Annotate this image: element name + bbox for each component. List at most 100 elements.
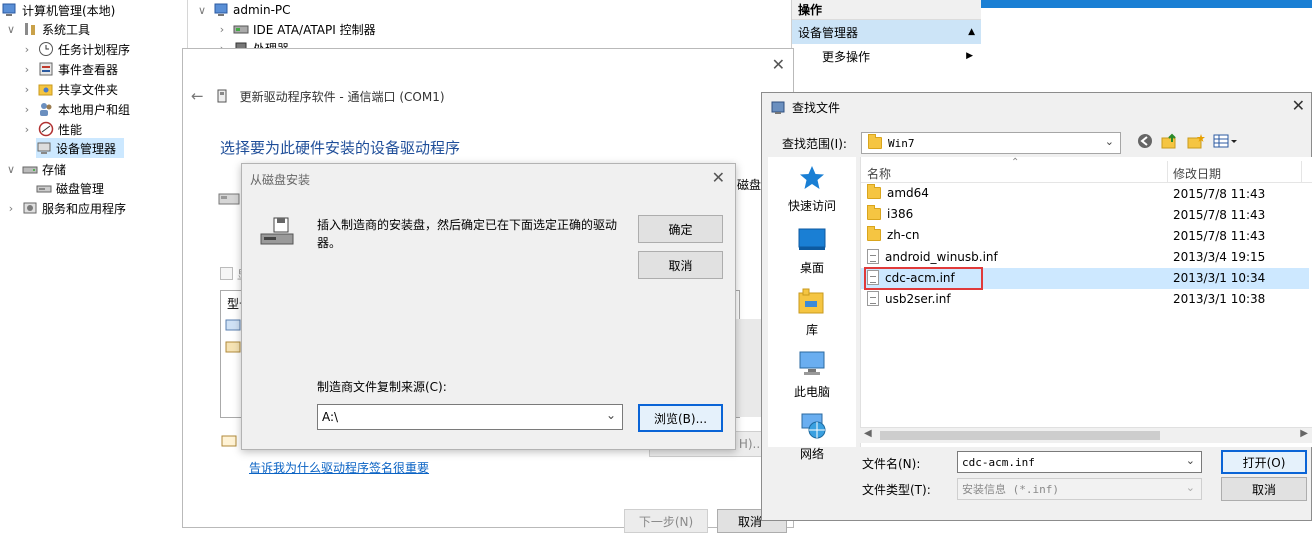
actions-more[interactable]: 更多操作 ▶: [792, 44, 981, 68]
file-name-cell: zh-cn: [867, 226, 920, 242]
column-name-header[interactable]: 名称: [867, 165, 891, 182]
place-library[interactable]: 库: [768, 287, 856, 338]
file-name-cell: amd64: [867, 184, 929, 200]
ok-button[interactable]: 确定: [638, 215, 723, 243]
chevron-right-icon[interactable]: ›: [4, 202, 18, 215]
sort-up-icon: ⌃: [1011, 157, 1020, 168]
open-button[interactable]: 打开(O): [1221, 450, 1307, 474]
copy-from-combo[interactable]: A:\ ⌄: [317, 404, 623, 430]
file-row[interactable]: usb2ser.inf 2013/3/1 10:38: [861, 289, 1309, 310]
device-root[interactable]: ∨ admin-PC: [195, 0, 291, 20]
tree-item-disk-management[interactable]: 磁盘管理: [36, 178, 104, 198]
file-row-selected[interactable]: cdc-acm.inf 2013/3/1 10:34: [861, 267, 1309, 290]
tree-item-label: 服务和应用程序: [42, 201, 127, 216]
filename-input[interactable]: cdc-acm.inf ⌄: [957, 451, 1202, 473]
scroll-right-icon[interactable]: ▶: [1300, 428, 1308, 439]
model-item-icon-2: [225, 341, 241, 356]
driver-signing-link[interactable]: 告诉我为什么驱动程序签名很重要: [249, 459, 429, 476]
tree-item-task-scheduler[interactable]: › 任务计划程序: [20, 39, 130, 59]
inf-file-icon: [867, 249, 879, 264]
column-date-header[interactable]: 修改日期: [1173, 165, 1221, 182]
close-icon[interactable]: ✕: [772, 55, 785, 74]
place-network[interactable]: 网络: [768, 411, 856, 462]
chevron-down-icon[interactable]: ⌄: [1186, 481, 1195, 494]
event-viewer-icon: [38, 61, 54, 77]
close-icon[interactable]: ✕: [1292, 96, 1305, 115]
tree-item-shared-folders[interactable]: › 共享文件夹: [20, 79, 118, 99]
file-list[interactable]: ⌃ 名称 修改日期 amd64 2015/7/8 11:43 i386 2015…: [860, 157, 1312, 447]
browse-button[interactable]: 浏览(B)...: [638, 404, 723, 432]
place-this-pc[interactable]: 此电脑: [768, 349, 856, 400]
disk-cancel-button[interactable]: 取消: [638, 251, 723, 279]
up-folder-icon[interactable]: [1161, 133, 1179, 152]
tree-item-device-manager[interactable]: 设备管理器: [36, 138, 124, 158]
close-icon[interactable]: ✕: [712, 168, 725, 187]
tree-item-system-tools[interactable]: ∨ 系统工具: [4, 19, 90, 39]
show-compatible-checkbox[interactable]: [220, 267, 233, 280]
disk-dialog-title: 从磁盘安装: [250, 173, 311, 187]
certificate-icon: [221, 435, 237, 452]
top-accent-bar: [981, 0, 1312, 8]
find-cancel-button[interactable]: 取消: [1221, 477, 1307, 501]
scrollbar-thumb[interactable]: [880, 431, 1160, 440]
back-icon[interactable]: [1137, 133, 1153, 152]
file-name: i386: [887, 207, 914, 221]
file-date: 2015/7/8 11:43: [1173, 208, 1266, 222]
chevron-right-icon[interactable]: ›: [20, 123, 34, 136]
file-row[interactable]: zh-cn 2015/7/8 11:43: [861, 226, 1309, 247]
next-button[interactable]: 下一步(N): [624, 509, 708, 533]
file-date: 2013/3/1 10:38: [1173, 292, 1266, 306]
floppy-drive-icon: [260, 216, 294, 249]
folder-icon: [867, 205, 881, 220]
chevron-right-icon[interactable]: ›: [215, 23, 229, 36]
tree-item-services-apps[interactable]: › 服务和应用程序: [4, 198, 126, 218]
tree-item-label: 性能: [58, 122, 83, 137]
wizard-cancel-label: 取消: [738, 514, 763, 529]
place-quick-access[interactable]: 快速访问: [768, 163, 856, 214]
file-row[interactable]: amd64 2015/7/8 11:43: [861, 184, 1309, 205]
tree-item-performance[interactable]: › 性能: [20, 119, 82, 139]
file-row[interactable]: android_winusb.inf 2013/3/4 19:15: [861, 247, 1309, 268]
new-folder-icon[interactable]: [1187, 133, 1205, 152]
column-separator[interactable]: [1301, 161, 1302, 183]
tree-item-label: 任务计划程序: [58, 42, 131, 57]
place-label: 快速访问: [787, 199, 836, 213]
horizontal-scrollbar[interactable]: ◀ ▶: [860, 427, 1312, 443]
actions-device-manager[interactable]: 设备管理器 ▲: [792, 20, 981, 44]
submenu-arrow-icon: ▶: [966, 51, 973, 61]
chevron-down-icon[interactable]: ∨: [195, 4, 209, 17]
this-pc-icon: [797, 349, 827, 379]
place-desktop[interactable]: 桌面: [768, 225, 856, 276]
copy-from-value: A:\: [322, 410, 339, 424]
chevron-right-icon[interactable]: ›: [20, 63, 34, 76]
chevron-right-icon[interactable]: ›: [20, 43, 34, 56]
look-in-combo[interactable]: Win7 ⌄: [861, 132, 1121, 154]
tree-root[interactable]: 计算机管理(本地): [2, 0, 115, 20]
chevron-down-icon[interactable]: ⌄: [1105, 135, 1114, 148]
chevron-right-icon[interactable]: ›: [20, 103, 34, 116]
services-icon: [22, 200, 38, 216]
chevron-down-icon[interactable]: ⌄: [606, 408, 616, 422]
place-label: 库: [805, 323, 818, 337]
file-name: zh-cn: [887, 228, 920, 242]
place-label: 网络: [799, 447, 824, 461]
tree-item-event-viewer[interactable]: › 事件查看器: [20, 59, 118, 79]
chevron-down-icon[interactable]: ∨: [4, 163, 18, 176]
chevron-down-icon[interactable]: ∨: [4, 23, 18, 36]
back-arrow-icon[interactable]: ←: [191, 87, 204, 105]
view-menu-icon[interactable]: [1213, 133, 1239, 152]
file-name: amd64: [887, 186, 929, 200]
tree-item-local-users[interactable]: › 本地用户和组: [20, 99, 130, 119]
chevron-right-icon[interactable]: ›: [20, 83, 34, 96]
tree-item-label: 存储: [42, 162, 67, 177]
scroll-left-icon[interactable]: ◀: [864, 428, 872, 439]
tree-item-label: 磁盘管理: [56, 181, 105, 196]
file-row[interactable]: i386 2015/7/8 11:43: [861, 205, 1309, 226]
collapse-up-icon[interactable]: ▲: [968, 27, 975, 37]
device-item-ide[interactable]: › IDE ATA/ATAPI 控制器: [215, 19, 376, 39]
file-name: usb2ser.inf: [885, 291, 951, 306]
chevron-down-icon[interactable]: ⌄: [1186, 454, 1195, 467]
column-separator[interactable]: [1167, 161, 1168, 183]
tree-item-storage[interactable]: ∨ 存储: [4, 159, 66, 179]
filetype-select[interactable]: 安装信息 (*.inf) ⌄: [957, 478, 1202, 500]
